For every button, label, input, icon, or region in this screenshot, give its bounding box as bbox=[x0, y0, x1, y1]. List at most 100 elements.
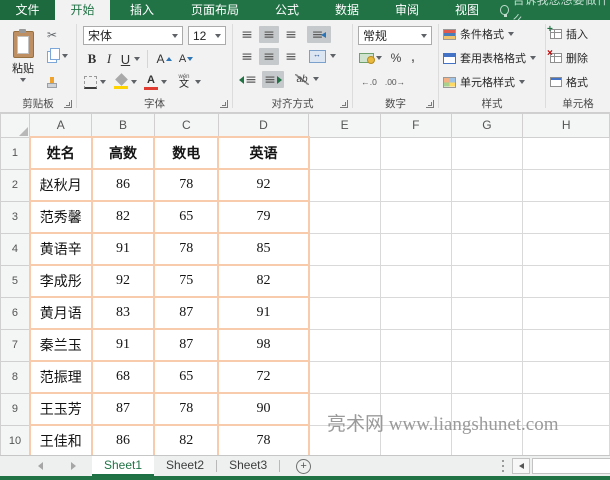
cell-C8[interactable]: 65 bbox=[154, 361, 218, 393]
cell-B9[interactable]: 87 bbox=[92, 393, 155, 425]
row-header-7[interactable]: 7 bbox=[1, 329, 30, 361]
cell-F1[interactable] bbox=[380, 137, 451, 169]
copy-button[interactable] bbox=[44, 50, 60, 64]
cell-E6[interactable] bbox=[309, 297, 381, 329]
alignment-dialog-launcher-icon[interactable] bbox=[340, 100, 348, 108]
cell-A4[interactable]: 黄语辛 bbox=[30, 233, 92, 265]
cell-B1[interactable]: 高数 bbox=[92, 137, 155, 169]
cell-F10[interactable] bbox=[380, 425, 451, 455]
cell-D7[interactable]: 98 bbox=[218, 329, 309, 361]
underline-button[interactable]: U bbox=[119, 51, 132, 67]
sheet-tab-sheet3[interactable]: Sheet3 bbox=[217, 456, 279, 476]
cell-C2[interactable]: 78 bbox=[154, 169, 218, 201]
decrease-indent-button[interactable]: ≡ bbox=[237, 71, 259, 88]
cell-A3[interactable]: 范秀馨 bbox=[30, 201, 92, 233]
row-header-2[interactable]: 2 bbox=[1, 169, 30, 201]
cell-G10[interactable] bbox=[451, 425, 523, 455]
underline-dropdown[interactable] bbox=[134, 57, 140, 61]
cell-C6[interactable]: 87 bbox=[154, 297, 218, 329]
increase-indent-button[interactable]: ≡ bbox=[262, 71, 284, 88]
horizontal-scrollbar[interactable] bbox=[532, 458, 610, 474]
cell-B10[interactable]: 86 bbox=[92, 425, 155, 455]
cell-F7[interactable] bbox=[380, 329, 451, 361]
cell-H4[interactable] bbox=[523, 233, 610, 265]
wrap-text-button[interactable]: ≡ bbox=[307, 26, 331, 43]
clipboard-dialog-launcher-icon[interactable] bbox=[64, 100, 72, 108]
fill-color-button[interactable] bbox=[113, 73, 129, 91]
cell-D10[interactable]: 78 bbox=[218, 425, 309, 455]
cell-B3[interactable]: 82 bbox=[92, 201, 155, 233]
cell-E1[interactable] bbox=[309, 137, 381, 169]
merge-center-button[interactable] bbox=[307, 48, 327, 65]
font-size-combo[interactable]: 12 bbox=[188, 26, 226, 45]
cell-C10[interactable]: 82 bbox=[154, 425, 218, 455]
orientation-dropdown[interactable] bbox=[313, 77, 319, 81]
cell-F9[interactable] bbox=[380, 393, 451, 425]
sheet-tab-sheet2[interactable]: Sheet2 bbox=[154, 456, 216, 476]
cell-D5[interactable]: 82 bbox=[218, 265, 309, 297]
cell-A2[interactable]: 赵秋月 bbox=[30, 169, 92, 201]
cell-B6[interactable]: 83 bbox=[92, 297, 155, 329]
tell-me-box[interactable]: 告诉我您想要做什么... bbox=[500, 0, 610, 20]
percent-style-button[interactable]: % bbox=[389, 50, 403, 66]
row-header-6[interactable]: 6 bbox=[1, 297, 30, 329]
grow-font-button[interactable]: A bbox=[155, 51, 173, 67]
col-header-B[interactable]: B bbox=[92, 114, 155, 138]
cell-A9[interactable]: 王玉芳 bbox=[30, 393, 92, 425]
cell-C7[interactable]: 87 bbox=[154, 329, 218, 361]
format-as-table-button[interactable]: 套用表格格式 bbox=[443, 50, 536, 66]
cell-E5[interactable] bbox=[309, 265, 381, 297]
cell-H2[interactable] bbox=[523, 169, 610, 201]
cell-styles-button[interactable]: 单元格样式 bbox=[443, 74, 525, 90]
font-color-button[interactable]: A bbox=[143, 73, 159, 91]
phonetic-dropdown[interactable] bbox=[195, 80, 201, 84]
col-header-E[interactable]: E bbox=[309, 114, 381, 138]
conditional-formatting-button[interactable]: 条件格式 bbox=[443, 26, 514, 42]
cell-E3[interactable] bbox=[309, 201, 381, 233]
col-header-D[interactable]: D bbox=[218, 114, 309, 138]
cell-D1[interactable]: 英语 bbox=[218, 137, 309, 169]
cut-button[interactable]: ✂ bbox=[44, 28, 60, 42]
col-header-G[interactable]: G bbox=[451, 114, 523, 138]
insert-cells-button[interactable]: 插入 bbox=[550, 26, 588, 42]
cell-H6[interactable] bbox=[523, 297, 610, 329]
tab-home[interactable]: 开始 bbox=[55, 0, 110, 20]
format-cells-button[interactable]: 格式 bbox=[550, 74, 588, 90]
col-header-C[interactable]: C bbox=[154, 114, 218, 138]
row-header-9[interactable]: 9 bbox=[1, 393, 30, 425]
col-header-A[interactable]: A bbox=[30, 114, 92, 138]
tab-insert[interactable]: 插入 bbox=[117, 0, 167, 20]
cell-E2[interactable] bbox=[309, 169, 381, 201]
cell-G2[interactable] bbox=[451, 169, 523, 201]
cell-F8[interactable] bbox=[380, 361, 451, 393]
number-format-combo[interactable]: 常规 bbox=[358, 26, 432, 45]
tab-splitter-icon[interactable] bbox=[502, 465, 504, 467]
center-button[interactable]: ≡ bbox=[259, 48, 279, 65]
tab-file[interactable]: 文件 bbox=[0, 0, 55, 20]
increase-decimal-button[interactable]: ←.0 bbox=[358, 75, 380, 89]
cell-H1[interactable] bbox=[523, 137, 610, 169]
cell-G3[interactable] bbox=[451, 201, 523, 233]
copy-dropdown[interactable] bbox=[62, 54, 68, 58]
cell-H10[interactable] bbox=[523, 425, 610, 455]
align-right-button[interactable]: ≡ bbox=[281, 48, 301, 65]
cell-G8[interactable] bbox=[451, 361, 523, 393]
cell-C1[interactable]: 数电 bbox=[154, 137, 218, 169]
row-header-1[interactable]: 1 bbox=[1, 137, 30, 169]
row-header-8[interactable]: 8 bbox=[1, 361, 30, 393]
row-header-3[interactable]: 3 bbox=[1, 201, 30, 233]
cell-H5[interactable] bbox=[523, 265, 610, 297]
row-header-5[interactable]: 5 bbox=[1, 265, 30, 297]
cell-D3[interactable]: 79 bbox=[218, 201, 309, 233]
tab-view[interactable]: 视图 bbox=[442, 0, 492, 20]
hscroll-left-button[interactable] bbox=[512, 458, 530, 474]
row-header-10[interactable]: 10 bbox=[1, 425, 30, 455]
format-painter-button[interactable] bbox=[44, 72, 60, 88]
font-color-dropdown[interactable] bbox=[161, 80, 167, 84]
cell-F4[interactable] bbox=[380, 233, 451, 265]
borders-dropdown[interactable] bbox=[100, 80, 106, 84]
cell-F2[interactable] bbox=[380, 169, 451, 201]
cell-H9[interactable] bbox=[523, 393, 610, 425]
phonetic-guide-button[interactable]: wén 文 bbox=[175, 73, 193, 91]
cell-F6[interactable] bbox=[380, 297, 451, 329]
